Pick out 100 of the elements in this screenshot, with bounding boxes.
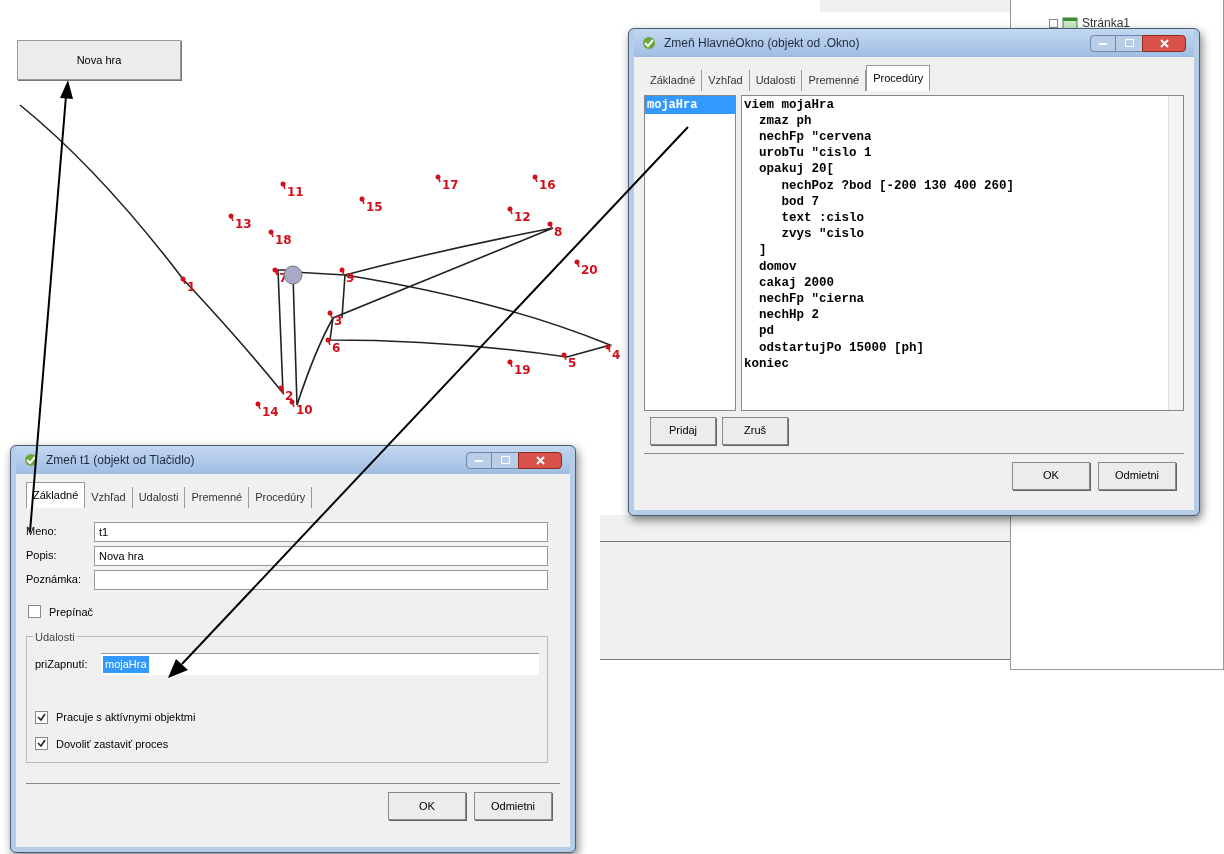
- maximize-icon: [500, 456, 510, 464]
- code-line: zvys "cislo: [780, 226, 866, 243]
- point-marker: [435, 174, 441, 183]
- minimize-icon: [475, 458, 483, 462]
- field-label: Meno:: [26, 524, 58, 540]
- field-label: Popis:: [26, 548, 58, 564]
- tree-item[interactable]: Stránka1: [1082, 14, 1131, 32]
- point-marker: [574, 259, 580, 268]
- dialog-button[interactable]: Pridaj: [650, 416, 716, 445]
- window-title: Zmeň t1 (objekt od Tlačidlo): [46, 452, 196, 469]
- minimize-button[interactable]: [466, 451, 492, 469]
- app-icon: [642, 36, 656, 50]
- app-icon: [24, 453, 38, 467]
- point-label: 3: [334, 314, 343, 328]
- text-field[interactable]: t1: [94, 521, 548, 542]
- turtle-ball: [283, 265, 303, 285]
- expand-toggle[interactable]: [1049, 18, 1058, 28]
- point-label: 19: [514, 363, 531, 377]
- code-line: nechFp "cervena: [758, 128, 873, 146]
- point-marker: [507, 359, 513, 368]
- dialog-button[interactable]: OK: [388, 792, 466, 820]
- tab[interactable]: Vzhľad: [85, 487, 133, 508]
- dialog-button[interactable]: Odmietni: [474, 792, 552, 820]
- point-label: 16: [539, 178, 556, 192]
- point-marker: [547, 221, 553, 230]
- point-marker: [327, 310, 333, 319]
- point-label: 2: [285, 389, 294, 403]
- point-marker: [507, 206, 513, 215]
- point-label: 10: [296, 403, 313, 417]
- scrollbar[interactable]: [1168, 95, 1183, 410]
- code-line: nechFp "cierna: [758, 290, 866, 308]
- close-button[interactable]: [518, 451, 562, 469]
- code-line: bod 7: [780, 193, 820, 210]
- checkbox[interactable]: [28, 605, 41, 619]
- point-marker: [532, 174, 538, 183]
- code-line: cakaj 2000: [758, 274, 835, 291]
- checkbox-label: Dovoliť zastaviť proces: [56, 736, 169, 752]
- point-marker: [561, 352, 567, 361]
- point-marker: [268, 229, 274, 238]
- code-line: ]: [758, 242, 768, 259]
- code-line: nechHp 2: [758, 307, 820, 324]
- text-field[interactable]: Nova hra: [94, 545, 548, 566]
- point-label: 20: [581, 263, 598, 277]
- point-marker: [228, 213, 234, 222]
- point-marker: [272, 267, 278, 276]
- text-field[interactable]: [94, 569, 548, 590]
- point-label: 15: [366, 200, 383, 214]
- code-line: koniec: [744, 355, 790, 372]
- code-line: urobTu "cislo 1: [758, 145, 873, 162]
- code-line: nechPoz ?bod [-200 130 400 260]: [780, 177, 1016, 194]
- tab[interactable]: Procedúry: [249, 487, 313, 508]
- point-marker: [280, 181, 286, 190]
- checkbox[interactable]: [35, 710, 48, 724]
- point-marker: [359, 196, 365, 205]
- point-label: 11: [287, 185, 304, 199]
- code-line: opakuj 20[: [758, 161, 835, 178]
- dialog-button[interactable]: Zruš: [722, 416, 788, 445]
- tab[interactable]: Udalosti: [749, 70, 803, 91]
- checkbox-label: Prepínač: [49, 604, 94, 620]
- point-marker: [289, 399, 295, 408]
- code-line: domov: [758, 258, 798, 275]
- checkmark-icon: [37, 739, 46, 749]
- maximize-button[interactable]: [492, 451, 518, 469]
- page-icon: [1062, 16, 1078, 30]
- point-marker: [278, 385, 284, 394]
- checkbox[interactable]: [35, 737, 48, 751]
- minimize-icon: [1099, 41, 1107, 45]
- code-line: odstartujPo 15000 [ph]: [758, 339, 926, 356]
- code-line: viem mojaHra: [744, 96, 835, 113]
- code-line: text :cislo: [780, 209, 866, 227]
- window-title: Zmeň HlavnéOkno (objekt od .Okno): [664, 35, 861, 52]
- field-value: mojaHra: [103, 656, 149, 673]
- game-button[interactable]: Nova hra: [17, 40, 181, 80]
- close-icon: [535, 455, 545, 465]
- maximize-icon: [1124, 39, 1134, 47]
- point-marker: [339, 267, 345, 276]
- tab[interactable]: Procedúry: [866, 65, 931, 91]
- point-marker: [180, 276, 186, 285]
- point-label: 4: [612, 348, 621, 362]
- checkmark-icon: [37, 712, 46, 722]
- point-label: 5: [568, 356, 577, 370]
- tab[interactable]: Udalosti: [132, 487, 186, 508]
- point-label: 12: [514, 210, 531, 224]
- point-marker: [255, 401, 261, 410]
- tab[interactable]: Vzhľad: [702, 70, 750, 91]
- point-label: 8: [554, 225, 563, 239]
- dialog-button[interactable]: OK: [1012, 461, 1090, 490]
- point-label: 6: [332, 341, 341, 355]
- tab[interactable]: Základné: [644, 70, 703, 91]
- close-icon: [1159, 38, 1169, 48]
- code-line: pd: [758, 323, 775, 340]
- close-button[interactable]: [1142, 34, 1186, 52]
- maximize-button[interactable]: [1116, 34, 1142, 52]
- point-marker: [605, 344, 611, 353]
- point-label: 13: [235, 217, 252, 231]
- minimize-button[interactable]: [1090, 34, 1116, 52]
- field-label: Poznámka:: [26, 572, 83, 588]
- dialog-button[interactable]: Odmietni: [1098, 461, 1176, 490]
- tab[interactable]: Premenné: [185, 487, 250, 508]
- point-label: 18: [275, 233, 292, 247]
